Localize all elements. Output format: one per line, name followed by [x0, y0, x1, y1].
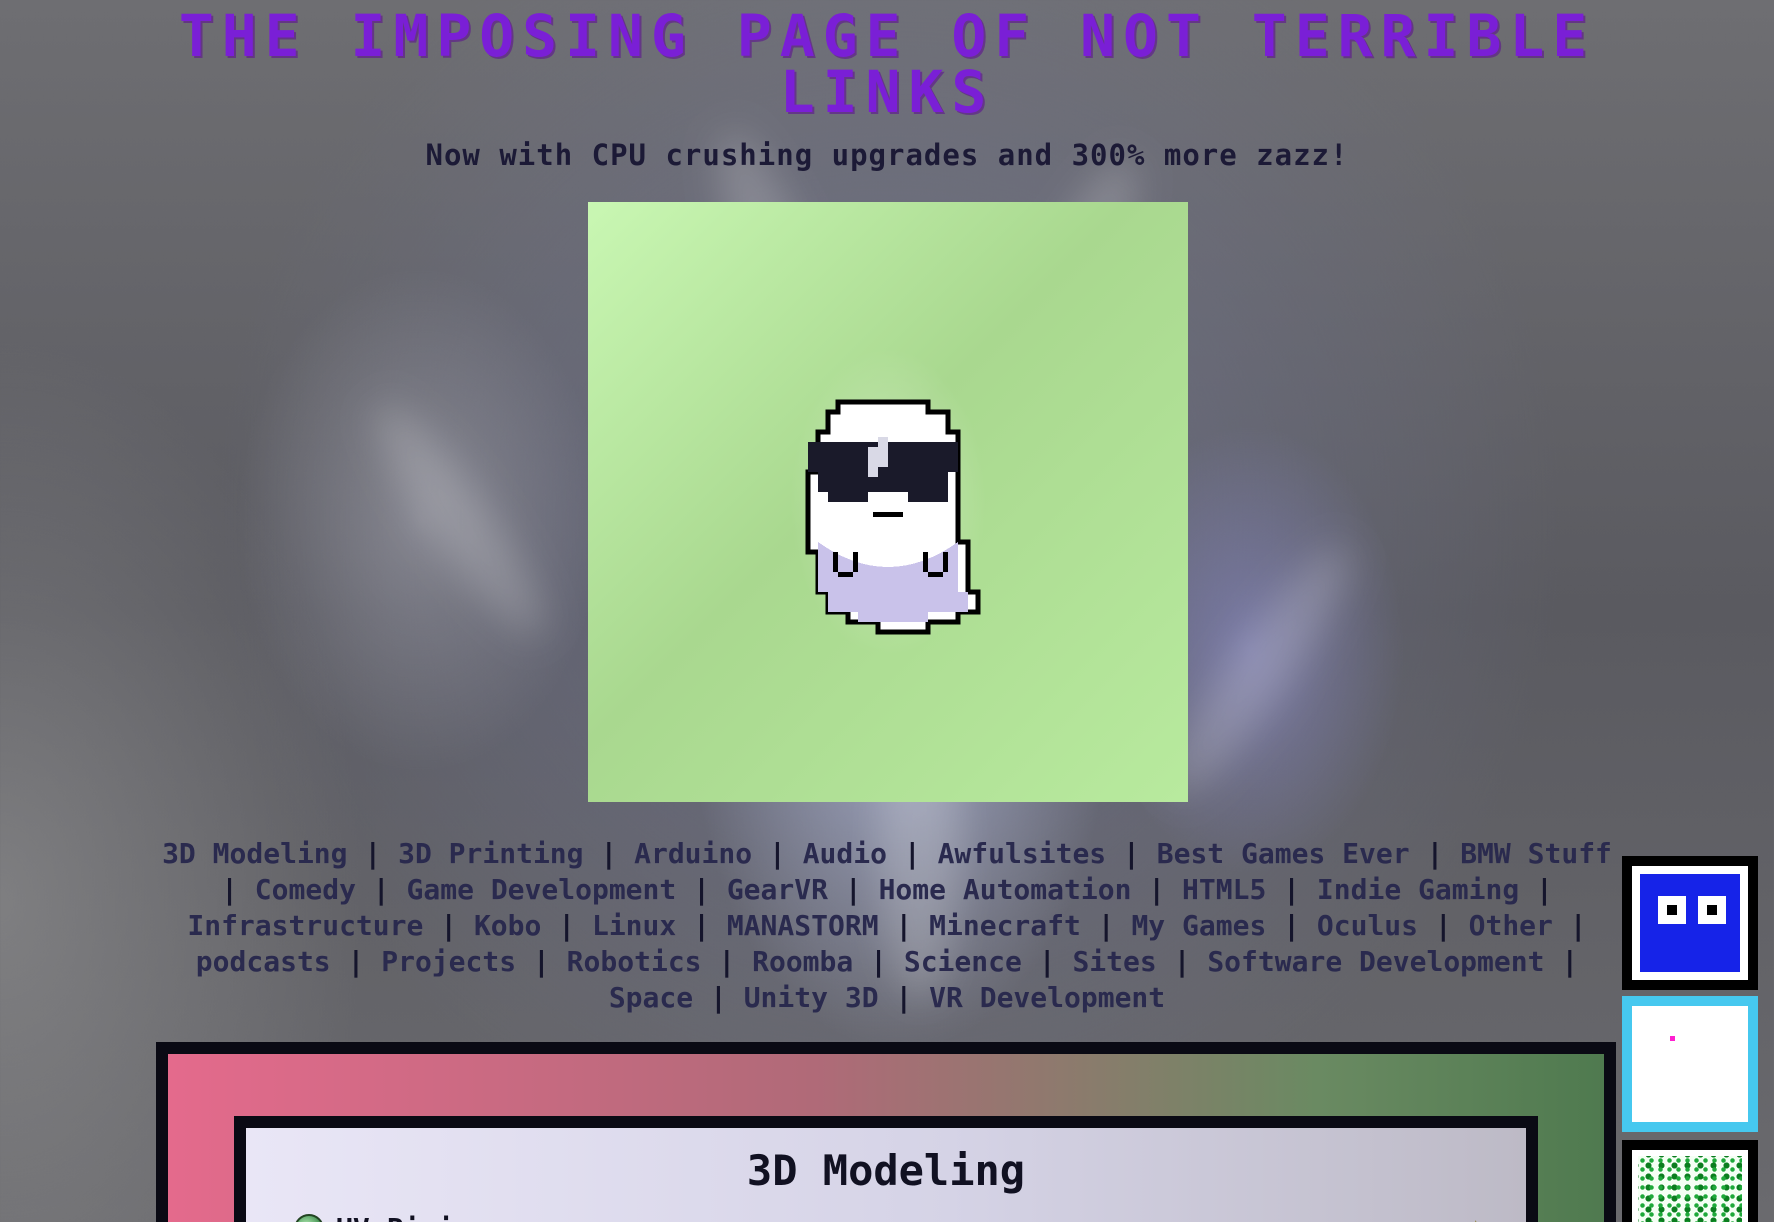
nav-link-robotics[interactable]: Robotics	[567, 945, 702, 978]
nav-separator: |	[423, 909, 474, 942]
nav-separator: |	[676, 909, 727, 942]
nav-link-arduino[interactable]: Arduino	[634, 837, 752, 870]
nav-link-bmw-stuff[interactable]: BMW Stuff	[1460, 837, 1612, 870]
nav-separator: |	[1266, 873, 1317, 906]
nav-link-space[interactable]: Space	[609, 981, 693, 1014]
nav-link-linux[interactable]: Linux	[592, 909, 676, 942]
nav-link-vr-development[interactable]: VR Development	[929, 981, 1165, 1014]
pink-dot-icon	[1670, 1036, 1675, 1041]
nav-separator: |	[701, 945, 753, 978]
page-subtitle: Now with CPU crushing upgrades and 300% …	[425, 138, 1349, 172]
nav-separator: |	[827, 873, 879, 906]
nav-separator: |	[355, 873, 407, 906]
nav-separator: |	[887, 837, 938, 870]
nav-separator: |	[1418, 909, 1469, 942]
nav-link-other[interactable]: Other	[1469, 909, 1553, 942]
nav-separator: |	[221, 873, 255, 906]
nav-link-sites[interactable]: Sites	[1072, 945, 1156, 978]
nav-separator: |	[541, 909, 592, 942]
nav-link-best-games-ever[interactable]: Best Games Ever	[1157, 837, 1410, 870]
nav-link-3d-printing[interactable]: 3D Printing	[398, 837, 583, 870]
section-inner-frame: 3D Modeling UV Piping ★	[234, 1116, 1538, 1222]
nav-separator: |	[693, 981, 744, 1014]
nav-separator: |	[1409, 837, 1461, 870]
nav-link-3d-modeling[interactable]: 3D Modeling	[162, 837, 347, 870]
nav-link-home-automation[interactable]: Home Automation	[879, 873, 1132, 906]
nav-separator: |	[1519, 873, 1553, 906]
nav-link-science[interactable]: Science	[904, 945, 1022, 978]
nav-separator: |	[1266, 909, 1317, 942]
star-icon: ★	[1466, 1210, 1486, 1222]
section-frame: 3D Modeling UV Piping ★	[168, 1054, 1604, 1222]
nav-separator: |	[583, 837, 635, 870]
nav-separator: |	[853, 945, 904, 978]
nav-separator: |	[1156, 945, 1208, 978]
section-title: 3D Modeling	[746, 1146, 1026, 1195]
nav-separator: |	[878, 981, 930, 1014]
nav-link-indie-gaming[interactable]: Indie Gaming	[1317, 873, 1519, 906]
nav-link-my-games[interactable]: My Games	[1131, 909, 1266, 942]
nav-link-html5[interactable]: HTML5	[1182, 873, 1266, 906]
blue-face-icon	[1640, 874, 1740, 972]
nav-separator: |	[1552, 909, 1587, 942]
nav-link-gearvr[interactable]: GearVR	[727, 873, 828, 906]
ghost-icon	[805, 399, 981, 635]
nav-link-comedy[interactable]: Comedy	[255, 873, 356, 906]
nav-link-game-development[interactable]: Game Development	[407, 873, 677, 906]
nav-link-kobo[interactable]: Kobo	[474, 909, 541, 942]
nav-separator: |	[752, 837, 803, 870]
nav-link-podcasts[interactable]: podcasts	[196, 945, 331, 978]
blue-face-widget[interactable]	[1622, 856, 1758, 990]
nav-link-minecraft[interactable]: Minecraft	[929, 909, 1081, 942]
nav-link-awfulsites[interactable]: Awfulsites	[938, 837, 1107, 870]
nav-separator: |	[1106, 837, 1157, 870]
nav-link-software-development[interactable]: Software Development	[1207, 945, 1544, 978]
nav-separator: |	[1080, 909, 1132, 942]
nav-link-infrastructure[interactable]: Infrastructure	[187, 909, 423, 942]
nav-separator: |	[676, 873, 727, 906]
nav-separator: |	[878, 909, 930, 942]
nav-link-manastorm[interactable]: MANASTORM	[727, 909, 879, 942]
globe-icon	[294, 1214, 324, 1222]
green-noise-icon	[1638, 1156, 1742, 1222]
nav-separator: |	[1544, 945, 1579, 978]
page-title: THE IMPOSING PAGE OF NOT TERRIBLE LINKS	[178, 2, 1596, 126]
section-3d-modeling: 3D Modeling UV Piping ★	[156, 1042, 1616, 1222]
nav-separator: |	[347, 837, 399, 870]
nav-link-audio[interactable]: Audio	[803, 837, 887, 870]
nav-link-unity-3d[interactable]: Unity 3D	[744, 981, 879, 1014]
pink-dot-widget[interactable]	[1622, 996, 1758, 1132]
nav-separator: |	[516, 945, 567, 978]
link-uv-piping[interactable]: UV Piping	[336, 1212, 488, 1222]
left-eye	[1658, 896, 1686, 924]
nav-separator: |	[1131, 873, 1183, 906]
category-nav: 3D Modeling | 3D Printing | Arduino | Au…	[160, 836, 1614, 1016]
green-noise-widget[interactable]	[1622, 1140, 1758, 1222]
nav-link-roomba[interactable]: Roomba	[752, 945, 853, 978]
right-eye	[1698, 896, 1726, 924]
nav-separator: |	[330, 945, 382, 978]
nav-link-projects[interactable]: Projects	[381, 945, 516, 978]
nav-separator: |	[1021, 945, 1073, 978]
nav-link-oculus[interactable]: Oculus	[1317, 909, 1418, 942]
section-content: 3D Modeling UV Piping ★	[246, 1128, 1526, 1222]
ghost-avatar	[588, 202, 1188, 802]
